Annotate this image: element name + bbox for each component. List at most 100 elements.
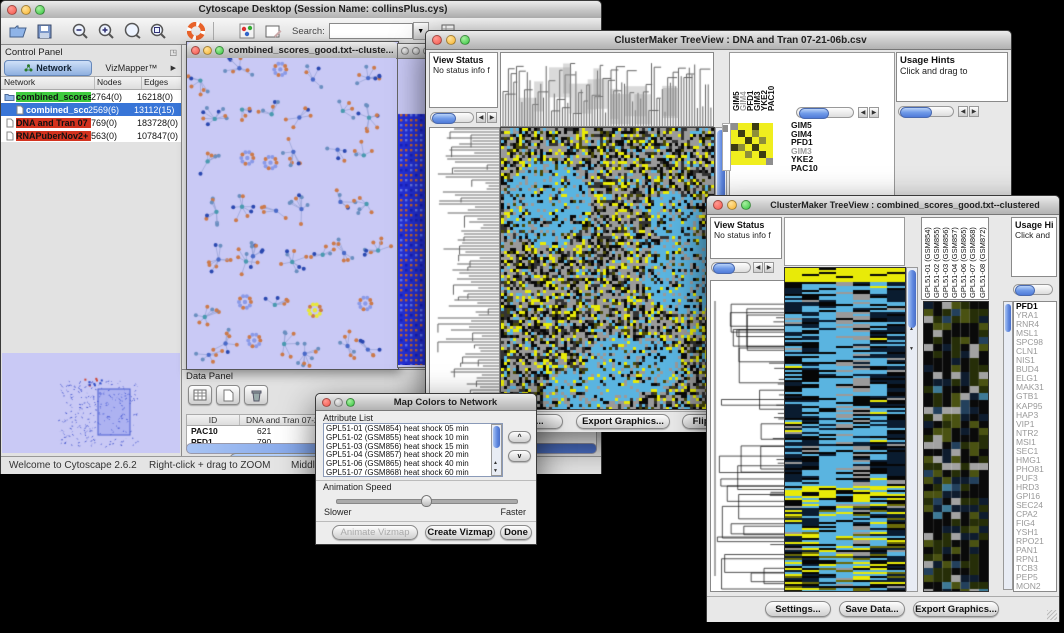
- scroll-left-icon[interactable]: ◀: [753, 262, 763, 273]
- scroll-up-icon[interactable]: ▲: [909, 326, 914, 332]
- gene-label[interactable]: PAN1: [1016, 546, 1056, 555]
- tab-network[interactable]: Network: [4, 60, 92, 76]
- gene-label[interactable]: MSI1: [1016, 438, 1056, 447]
- resize-grip-icon[interactable]: [1047, 610, 1057, 620]
- close-icon[interactable]: [7, 5, 17, 15]
- usage-left-icon[interactable]: ◀: [958, 106, 968, 117]
- minimize-icon[interactable]: [412, 47, 420, 55]
- scroll-up-icon[interactable]: ▲: [493, 460, 498, 466]
- col-header-nodes[interactable]: Nodes: [95, 77, 142, 89]
- network-row[interactable]: combined_sco2569(6)13112(15): [1, 103, 181, 116]
- float-panel-icon[interactable]: ◳: [169, 48, 177, 57]
- settings-button[interactable]: Settings...: [765, 601, 831, 617]
- gene-label[interactable]: MAK31: [1016, 383, 1056, 392]
- gene-label[interactable]: PEP5: [1016, 573, 1056, 582]
- summary-right-icon[interactable]: ▶: [869, 107, 879, 118]
- col-header-network[interactable]: Network: [1, 77, 95, 89]
- minimize-icon[interactable]: [727, 200, 737, 210]
- attribute-item[interactable]: GPL51-01 (GSM854) heat shock 05 min: [326, 425, 502, 434]
- gene-label[interactable]: HMG1: [1016, 456, 1056, 465]
- network-view-titlebar[interactable]: combined_scores_good.txt--cluste...: [187, 42, 398, 59]
- col-header-edges[interactable]: Edges: [142, 77, 181, 89]
- network-row[interactable]: combined_scores2764(0)16218(0): [1, 90, 181, 103]
- zoom-window-icon[interactable]: [460, 35, 470, 45]
- gene-label[interactable]: YKE2: [791, 155, 818, 164]
- scroll-right-icon[interactable]: ▶: [764, 262, 774, 273]
- open-icon[interactable]: [5, 20, 31, 42]
- close-icon[interactable]: [322, 398, 331, 407]
- attribute-item[interactable]: GPL51-04 (GSM857) heat shock 20 min: [326, 451, 502, 460]
- gene-label[interactable]: PHO81: [1016, 465, 1056, 474]
- gene-label[interactable]: SEC24: [1016, 501, 1056, 510]
- gene-label[interactable]: KAP95: [1016, 402, 1056, 411]
- select-attributes-icon[interactable]: [188, 385, 212, 405]
- summary-matrix[interactable]: [731, 123, 773, 165]
- gene-label[interactable]: VIP1: [1016, 420, 1056, 429]
- treeview-dna-titlebar[interactable]: ClusterMaker TreeView : DNA and Tran 07-…: [426, 31, 1011, 50]
- usage-right-icon[interactable]: ▶: [969, 106, 979, 117]
- zoom-fit-icon[interactable]: [119, 20, 145, 42]
- left-tree-zoom-slider[interactable]: [430, 112, 474, 123]
- summary-left-icon[interactable]: ◀: [858, 107, 868, 118]
- gene-label[interactable]: PUF3: [1016, 474, 1056, 483]
- zoom-heatmap-canvas[interactable]: [923, 301, 989, 592]
- gene-label[interactable]: TCB3: [1016, 564, 1056, 573]
- close-icon[interactable]: [401, 47, 409, 55]
- search-input[interactable]: [329, 23, 413, 39]
- gene-label[interactable]: HAP3: [1016, 411, 1056, 420]
- vizmapper-icon[interactable]: [234, 20, 260, 42]
- close-icon[interactable]: [432, 35, 442, 45]
- delete-attribute-icon[interactable]: [244, 385, 268, 405]
- close-icon[interactable]: [191, 46, 200, 55]
- gene-label[interactable]: ELG1: [1016, 374, 1056, 383]
- attribute-list-scrollbar[interactable]: ▲ ▼: [491, 424, 502, 476]
- attribute-item[interactable]: GPL51-06 (GSM865) heat shock 40 min: [326, 460, 502, 469]
- minimize-icon[interactable]: [334, 398, 343, 407]
- tab-more-arrow[interactable]: ▶: [171, 64, 178, 72]
- attribute-item[interactable]: GPL51-03 (GSM856) heat shock 15 min: [326, 443, 502, 452]
- left-tree-zoom-slider[interactable]: [711, 262, 751, 273]
- zoom-in-icon[interactable]: [93, 20, 119, 42]
- move-down-button[interactable]: v: [508, 450, 531, 462]
- gene-label[interactable]: HRD3: [1016, 483, 1056, 492]
- scroll-down-icon[interactable]: ▼: [493, 468, 498, 474]
- network-row[interactable]: RNAPuberNov2+563(0)107847(0): [1, 129, 181, 142]
- gene-label[interactable]: GPI16: [1016, 492, 1056, 501]
- create-vizmap-button[interactable]: Create Vizmap: [425, 525, 495, 540]
- zoom-window-icon[interactable]: [215, 46, 224, 55]
- summary-hslider[interactable]: [796, 107, 854, 118]
- dialog-titlebar[interactable]: Map Colors to Network: [316, 394, 536, 411]
- annotation-icon[interactable]: [260, 20, 286, 42]
- scroll-down-icon[interactable]: ▼: [909, 346, 914, 352]
- gene-label[interactable]: CLN1: [1016, 347, 1056, 356]
- save-data-button[interactable]: Save Data...: [839, 601, 905, 617]
- scroll-right-icon[interactable]: ▶: [487, 112, 497, 123]
- array-dendrogram-canvas[interactable]: [500, 52, 714, 127]
- slider-thumb[interactable]: [421, 495, 432, 507]
- minimize-icon[interactable]: [203, 46, 212, 55]
- gene-dendrogram-canvas[interactable]: [710, 280, 785, 592]
- heatmap-canvas[interactable]: [500, 127, 715, 410]
- gene-label[interactable]: GTB1: [1016, 392, 1056, 401]
- move-up-button[interactable]: ^: [508, 431, 531, 443]
- gene-list-scrollbar[interactable]: [1003, 301, 1013, 590]
- gene-label[interactable]: GIM5: [791, 121, 818, 130]
- gene-dendrogram-canvas[interactable]: [429, 127, 500, 410]
- scroll-left-icon[interactable]: ◀: [476, 112, 486, 123]
- minimize-icon[interactable]: [21, 5, 31, 15]
- gene-hslider[interactable]: [1013, 284, 1053, 295]
- gene-label[interactable]: PFD1: [1016, 302, 1056, 311]
- attribute-item[interactable]: GPL51-02 (GSM855) heat shock 10 min: [326, 434, 502, 443]
- new-attribute-icon[interactable]: [216, 385, 240, 405]
- gene-label[interactable]: MON2: [1016, 582, 1056, 591]
- gene-label[interactable]: YSH1: [1016, 528, 1056, 537]
- gene-label[interactable]: RNR4: [1016, 320, 1056, 329]
- gene-label[interactable]: CPA2: [1016, 510, 1056, 519]
- gene-label[interactable]: PFD1: [791, 138, 818, 147]
- gene-label[interactable]: BUD4: [1016, 365, 1056, 374]
- gene-label[interactable]: PAC10: [791, 164, 818, 173]
- heatmap-vscrollbar[interactable]: ▲ ▼: [906, 267, 918, 592]
- zoom-out-icon[interactable]: [67, 20, 93, 42]
- attribute-item[interactable]: GPL51-07 (GSM868) heat shock 60 min: [326, 469, 502, 475]
- gene-label[interactable]: SPC98: [1016, 338, 1056, 347]
